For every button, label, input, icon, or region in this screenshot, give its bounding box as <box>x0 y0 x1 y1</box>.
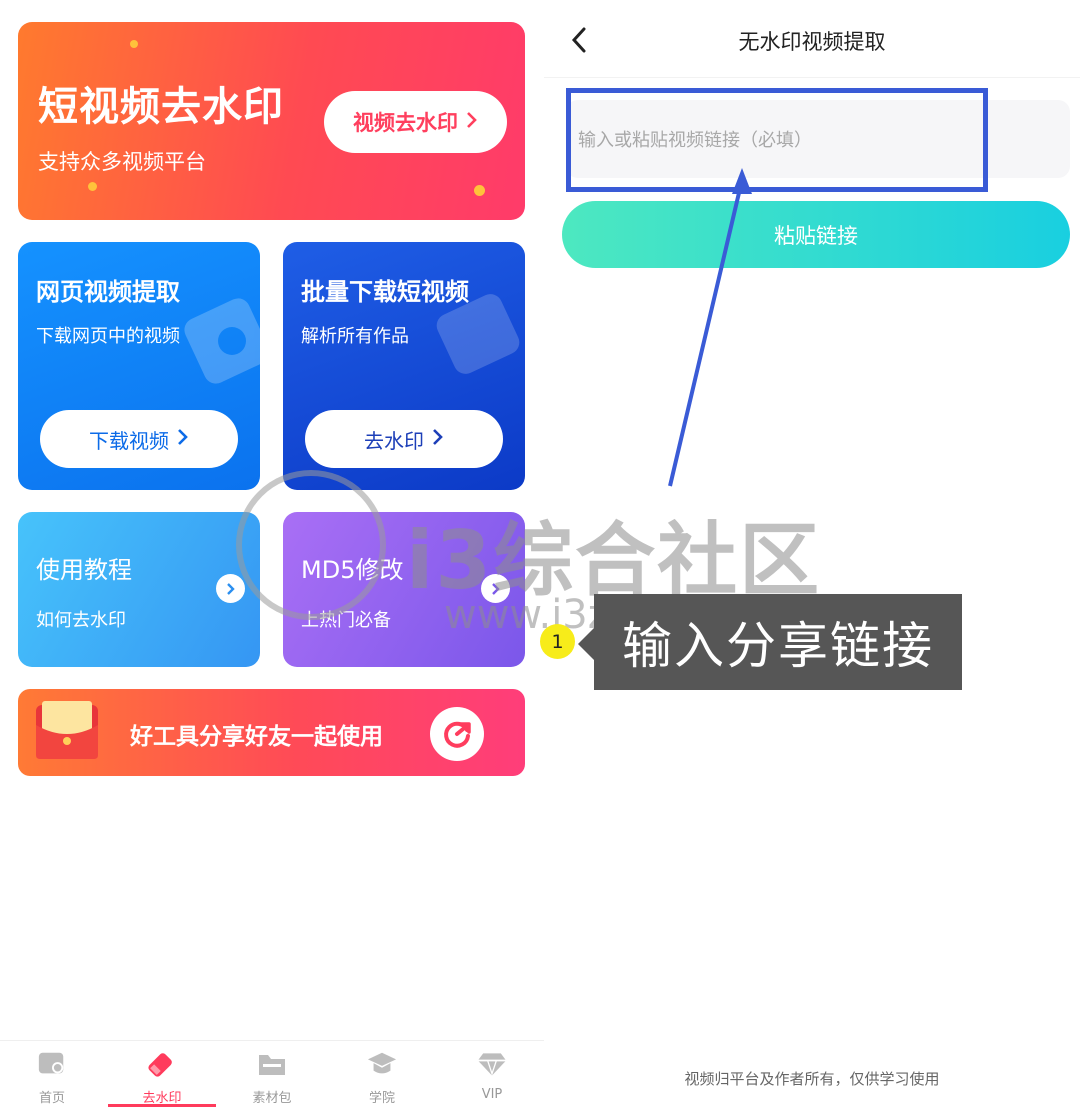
page-title: 无水印视频提取 <box>738 30 886 54</box>
tutorial-card[interactable]: 使用教程 如何去水印 <box>18 512 260 667</box>
active-tab-indicator <box>108 1104 216 1107</box>
page-header: 无水印视频提取 <box>544 0 1080 78</box>
batch-remove-watermark-label: 去水印 <box>364 428 424 453</box>
left-screen: 短视频去水印 支持众多视频平台 视频去水印 网页视频提取 下载网页中的视频 下载… <box>0 0 544 1112</box>
chevron-right-icon <box>432 427 444 451</box>
decor-dot <box>88 182 97 191</box>
paste-link-label: 粘贴链接 <box>774 223 858 248</box>
web-video-card[interactable]: 网页视频提取 下载网页中的视频 下载视频 <box>18 242 260 490</box>
hero-title: 短视频去水印 <box>38 84 284 130</box>
decor-dot <box>474 185 485 196</box>
remove-watermark-label: 视频去水印 <box>353 111 458 135</box>
red-envelope-icon <box>36 701 98 759</box>
tab-materials[interactable]: 素材包 <box>222 1049 322 1109</box>
chevron-right-icon <box>177 427 189 451</box>
md5-arrow-button[interactable] <box>481 574 510 603</box>
folder-icon <box>257 1049 287 1079</box>
input-highlight-box <box>566 88 988 192</box>
remove-watermark-button[interactable]: 视频去水印 <box>324 91 507 153</box>
video-icon <box>436 294 520 374</box>
web-video-title: 网页视频提取 <box>36 278 180 306</box>
home-icon <box>37 1049 67 1079</box>
tab-vip-label: VIP <box>481 1087 503 1102</box>
batch-download-card[interactable]: 批量下载短视频 解析所有作品 去水印 <box>283 242 525 490</box>
chevron-right-icon <box>491 582 500 595</box>
tutorial-subtitle: 如何去水印 <box>36 610 126 631</box>
tab-academy[interactable]: 学院 <box>332 1049 432 1109</box>
copyright-footer: 视频归平台及作者所有，仅供学习使用 <box>684 1070 940 1088</box>
md5-title: MD5修改 <box>301 556 404 584</box>
right-screen: 无水印视频提取 粘贴链接 视频归平台及作者所有，仅供学习使用 <box>544 0 1080 1112</box>
web-video-subtitle: 下载网页中的视频 <box>36 326 180 347</box>
batch-remove-watermark-button[interactable]: 去水印 <box>305 410 503 468</box>
tab-materials-label: 素材包 <box>252 1091 292 1106</box>
tab-remove-watermark[interactable]: 去水印 <box>112 1049 212 1109</box>
tab-home[interactable]: 首页 <box>2 1049 102 1109</box>
instruction-callout: 输入分享链接 <box>594 594 962 690</box>
share-icon <box>444 721 471 748</box>
chevron-right-icon <box>226 582 235 595</box>
tab-vip[interactable]: VIP <box>442 1049 542 1109</box>
paste-link-button[interactable]: 粘贴链接 <box>562 201 1070 268</box>
graduation-cap-icon <box>367 1049 397 1079</box>
batch-download-subtitle: 解析所有作品 <box>301 326 409 347</box>
camera-icon <box>184 298 260 384</box>
tab-academy-label: 学院 <box>368 1091 395 1106</box>
hero-card[interactable]: 短视频去水印 支持众多视频平台 视频去水印 <box>18 22 525 220</box>
diamond-icon <box>477 1049 507 1079</box>
md5-subtitle: 上热门必备 <box>301 610 391 631</box>
download-video-button[interactable]: 下载视频 <box>40 410 238 468</box>
share-banner[interactable]: 好工具分享好友一起使用 <box>18 689 525 776</box>
tutorial-arrow-button[interactable] <box>216 574 245 603</box>
hero-subtitle: 支持众多视频平台 <box>38 150 206 174</box>
bottom-tab-bar: 首页 去水印 素材包 学院 VIP <box>0 1040 544 1112</box>
callout-pointer <box>578 628 594 660</box>
decor-dot <box>130 40 138 48</box>
chevron-right-icon <box>466 110 478 134</box>
step-number-badge: 1 <box>540 624 575 659</box>
eraser-icon <box>147 1049 177 1079</box>
tab-home-label: 首页 <box>38 1091 65 1106</box>
tutorial-title: 使用教程 <box>36 556 132 584</box>
share-button[interactable] <box>430 707 484 761</box>
md5-card[interactable]: MD5修改 上热门必备 <box>283 512 525 667</box>
share-banner-text: 好工具分享好友一起使用 <box>130 724 383 750</box>
download-video-label: 下载视频 <box>89 428 169 453</box>
